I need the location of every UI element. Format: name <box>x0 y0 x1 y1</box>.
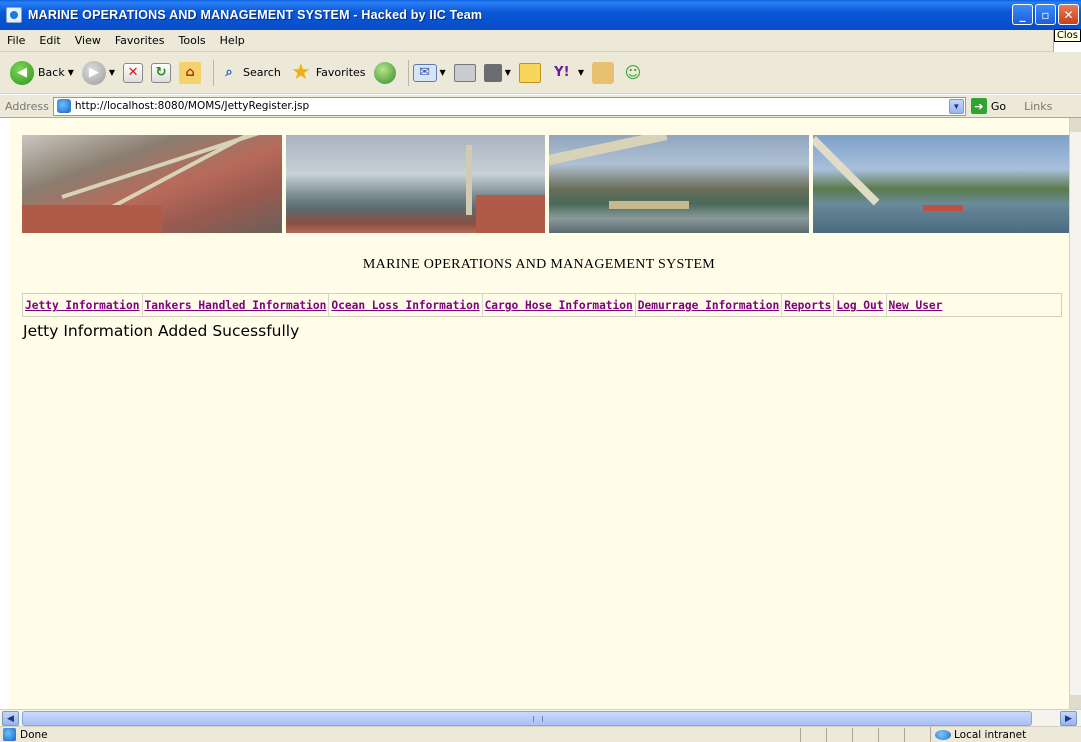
page-icon <box>56 99 71 113</box>
menu-edit[interactable]: Edit <box>32 34 67 47</box>
home-button[interactable]: ⌂ <box>179 61 202 84</box>
close-tooltip: Clos <box>1053 29 1081 42</box>
media-button[interactable] <box>373 61 396 84</box>
page-body: MARINE OPERATIONS AND MANAGEMENT SYSTEM … <box>9 118 1072 709</box>
close-button[interactable]: ✕ <box>1058 4 1079 25</box>
page-status-icon <box>3 728 16 741</box>
messenger-button[interactable]: ☺ <box>622 62 644 84</box>
notes-button[interactable] <box>518 62 541 83</box>
refresh-button[interactable]: ↻ <box>151 62 172 83</box>
address-input[interactable]: http://localhost:8080/MOMS/JettyRegister… <box>52 96 966 116</box>
nav-cargo-hose-information[interactable]: Cargo Hose Information <box>483 294 636 316</box>
yahoo-dropdown-icon[interactable]: ▼ <box>578 68 584 77</box>
banner-image-jetty <box>812 135 1072 233</box>
media-icon <box>373 61 396 84</box>
stop-button[interactable]: ✕ <box>123 62 144 83</box>
print-icon <box>453 63 476 82</box>
favorites-button[interactable]: ★ Favorites <box>289 60 366 85</box>
status-panels <box>800 728 930 742</box>
menu-favorites[interactable]: Favorites <box>108 34 172 47</box>
menu-bar: File Edit View Favorites Tools Help <box>0 30 1081 52</box>
go-label: Go <box>990 99 1007 113</box>
status-bar: Done Local intranet <box>0 726 1081 742</box>
menu-help[interactable]: Help <box>213 34 252 47</box>
browser-viewport: MARINE OPERATIONS AND MANAGEMENT SYSTEM … <box>0 118 1081 709</box>
toolbar-separator <box>213 59 215 86</box>
search-icon: ⌕ <box>225 65 233 80</box>
menu-tools[interactable]: Tools <box>172 34 213 47</box>
scroll-left-icon[interactable]: ◀ <box>2 711 19 726</box>
menu-view[interactable]: View <box>68 34 108 47</box>
nav-jetty-information[interactable]: Jetty Information <box>23 294 143 316</box>
search-label: Search <box>243 66 281 79</box>
forward-button[interactable]: ▶ ▼ <box>81 60 115 85</box>
intranet-icon <box>935 730 951 740</box>
address-label: Address <box>5 99 49 113</box>
scroll-down-icon[interactable] <box>1070 695 1081 709</box>
home-icon: ⌂ <box>179 61 202 84</box>
horizontal-scrollbar[interactable]: ◀ ▶ <box>0 709 1081 726</box>
refresh-icon: ↻ <box>151 62 172 83</box>
ie-app-icon[interactable] <box>6 7 22 23</box>
scroll-thumb[interactable] <box>22 711 1032 726</box>
security-zone[interactable]: Local intranet <box>930 727 1026 742</box>
edit-button[interactable]: ▼ <box>483 63 511 82</box>
nav-tankers-handled-information[interactable]: Tankers Handled Information <box>143 294 330 316</box>
banner-image-port <box>549 135 809 233</box>
favorites-label: Favorites <box>315 66 366 79</box>
status-text: Done <box>20 728 48 741</box>
scroll-right-icon[interactable]: ▶ <box>1060 711 1077 726</box>
mail-icon: ✉ <box>412 63 437 82</box>
edit-dropdown-icon[interactable]: ▼ <box>505 68 511 77</box>
notes-icon <box>518 62 541 83</box>
zone-label: Local intranet <box>954 729 1027 741</box>
address-url[interactable]: http://localhost:8080/MOMS/JettyRegister… <box>75 100 309 112</box>
edit-icon <box>483 63 502 82</box>
print-button[interactable] <box>453 63 476 82</box>
yahoo-button[interactable]: Y! ▼ <box>549 64 584 82</box>
mail-button[interactable]: ✉ ▼ <box>412 63 446 82</box>
standard-toolbar: ◀ Back ▼ ▶ ▼ ✕ ↻ ⌂ ⌕ Search ★ Favorites … <box>0 52 1081 94</box>
go-button[interactable]: ➔ Go <box>970 98 1007 114</box>
nav-new-user[interactable]: New User <box>887 294 945 316</box>
toolbar-separator <box>407 59 409 86</box>
yahoo-icon: Y! <box>554 65 570 80</box>
research-icon <box>592 61 614 84</box>
messenger-icon: ☺ <box>624 63 642 82</box>
go-arrow-icon: ➔ <box>970 98 987 114</box>
banner-image-ship-deck <box>22 135 282 233</box>
favorites-icon: ★ <box>290 60 311 85</box>
back-icon: ◀ <box>10 60 34 85</box>
window-titlebar[interactable]: MARINE OPERATIONS AND MANAGEMENT SYSTEM … <box>0 0 1081 30</box>
back-button[interactable]: ◀ Back ▼ <box>10 60 74 85</box>
search-button[interactable]: ⌕ Search <box>218 62 281 84</box>
forward-icon: ▶ <box>81 60 106 85</box>
main-nav: Jetty Information Tankers Handled Inform… <box>22 293 1062 317</box>
nav-log-out[interactable]: Log Out <box>834 294 887 316</box>
menu-file[interactable]: File <box>0 34 32 47</box>
banner-image-harbour <box>285 135 545 233</box>
nav-ocean-loss-information[interactable]: Ocean Loss Information <box>329 294 483 316</box>
back-label: Back <box>38 66 65 79</box>
forward-dropdown-icon[interactable]: ▼ <box>109 68 115 77</box>
system-title: MARINE OPERATIONS AND MANAGEMENT SYSTEM <box>362 257 716 272</box>
research-button[interactable] <box>592 61 614 84</box>
back-dropdown-icon[interactable]: ▼ <box>68 68 74 77</box>
header-banner <box>22 135 1072 233</box>
restore-button[interactable]: ▫ <box>1035 4 1056 25</box>
success-message: Jetty Information Added Sucessfully <box>23 322 300 340</box>
scroll-up-icon[interactable] <box>1070 118 1081 132</box>
vertical-scrollbar[interactable] <box>1069 118 1081 709</box>
window-title: MARINE OPERATIONS AND MANAGEMENT SYSTEM … <box>28 8 483 22</box>
address-bar: Address http://localhost:8080/MOMS/Jetty… <box>0 95 1081 118</box>
stop-icon: ✕ <box>123 62 144 83</box>
address-dropdown-icon[interactable]: ▼ <box>948 98 964 114</box>
links-button[interactable]: Links <box>1024 100 1052 113</box>
mail-dropdown-icon[interactable]: ▼ <box>440 68 446 77</box>
window-controls: _ ▫ ✕ <box>1012 4 1079 25</box>
nav-reports[interactable]: Reports <box>782 294 835 316</box>
nav-demurrage-information[interactable]: Demurrage Information <box>636 294 783 316</box>
minimize-button[interactable]: _ <box>1012 4 1033 25</box>
